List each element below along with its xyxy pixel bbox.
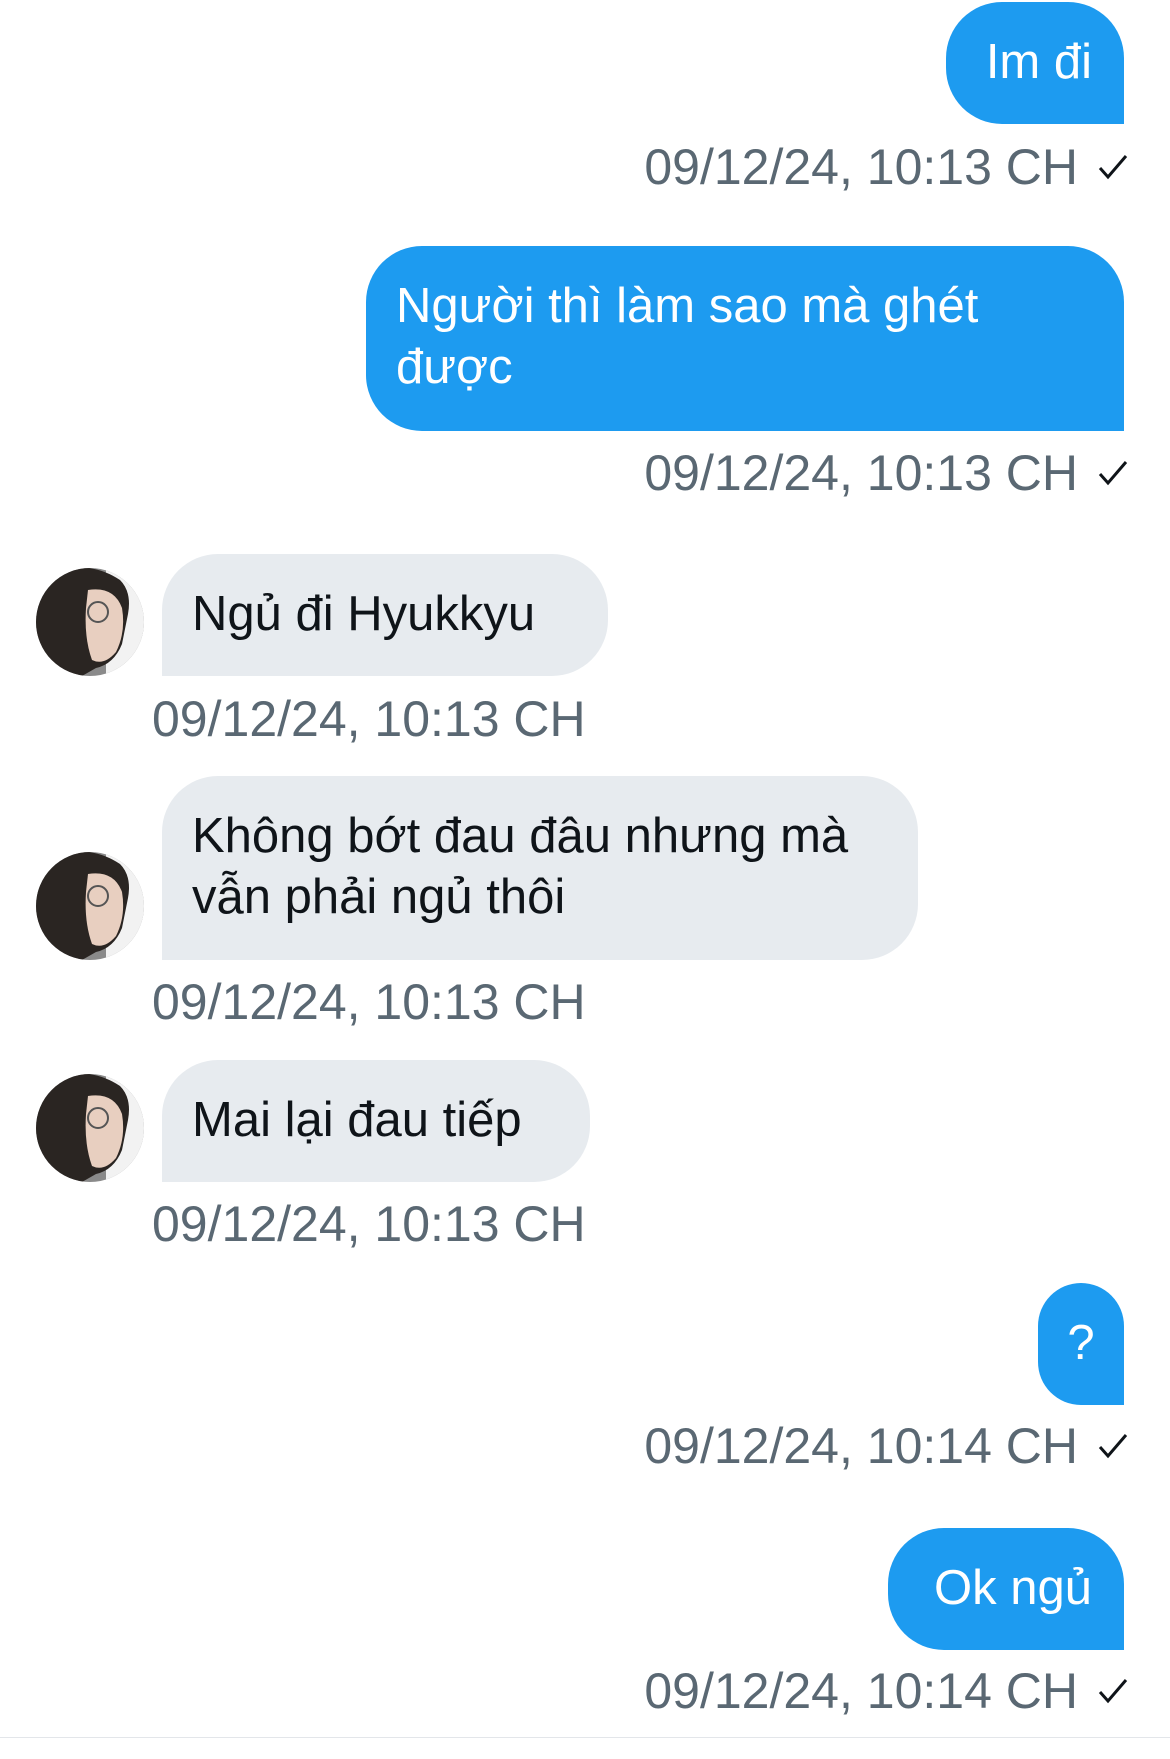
message-timestamp: 09/12/24, 10:13 CH	[644, 138, 1130, 196]
message-timestamp: 09/12/24, 10:13 CH	[644, 444, 1130, 502]
check-icon	[1098, 155, 1128, 180]
avatar-icon[interactable]	[36, 1074, 144, 1182]
message-text: Không bớt đau đâu nhưng mà vẫn phải ngủ …	[192, 809, 849, 924]
check-icon	[1098, 1434, 1128, 1459]
message-bubble-sent[interactable]: Người thì làm sao mà ghét được	[366, 246, 1124, 431]
avatar-icon[interactable]	[36, 568, 144, 676]
message-timestamp: 09/12/24, 10:13 CH	[152, 690, 586, 748]
message-bubble-sent[interactable]: Im đi	[946, 2, 1124, 124]
check-icon	[1098, 461, 1128, 486]
timestamp-text: 09/12/24, 10:14 CH	[644, 1418, 1078, 1474]
message-timestamp: 09/12/24, 10:13 CH	[152, 1195, 586, 1253]
message-timestamp: 09/12/24, 10:14 CH	[644, 1417, 1130, 1475]
message-bubble-received[interactable]: Mai lại đau tiếp	[162, 1060, 590, 1182]
avatar-icon[interactable]	[36, 852, 144, 960]
message-text: Ok ngủ	[934, 1561, 1092, 1615]
message-text: Ngủ đi Hyukkyu	[192, 587, 536, 641]
divider	[0, 1737, 1170, 1738]
message-bubble-received[interactable]: Không bớt đau đâu nhưng mà vẫn phải ngủ …	[162, 776, 918, 960]
message-timestamp: 09/12/24, 10:14 CH	[644, 1662, 1130, 1720]
timestamp-text: 09/12/24, 10:14 CH	[644, 1663, 1078, 1719]
timestamp-text: 09/12/24, 10:13 CH	[152, 691, 586, 747]
message-bubble-received[interactable]: Ngủ đi Hyukkyu	[162, 554, 608, 676]
message-bubble-sent[interactable]: ?	[1038, 1283, 1124, 1405]
timestamp-text: 09/12/24, 10:13 CH	[152, 974, 586, 1030]
message-text: Người thì làm sao mà ghét được	[396, 279, 979, 394]
message-timestamp: 09/12/24, 10:13 CH	[152, 973, 586, 1031]
message-text: Mai lại đau tiếp	[192, 1093, 522, 1147]
message-bubble-sent[interactable]: Ok ngủ	[888, 1528, 1124, 1650]
timestamp-text: 09/12/24, 10:13 CH	[644, 139, 1078, 195]
message-text: Im đi	[985, 35, 1092, 89]
timestamp-text: 09/12/24, 10:13 CH	[152, 1196, 586, 1252]
check-icon	[1098, 1679, 1128, 1704]
message-text: ?	[1067, 1316, 1095, 1370]
timestamp-text: 09/12/24, 10:13 CH	[644, 445, 1078, 501]
